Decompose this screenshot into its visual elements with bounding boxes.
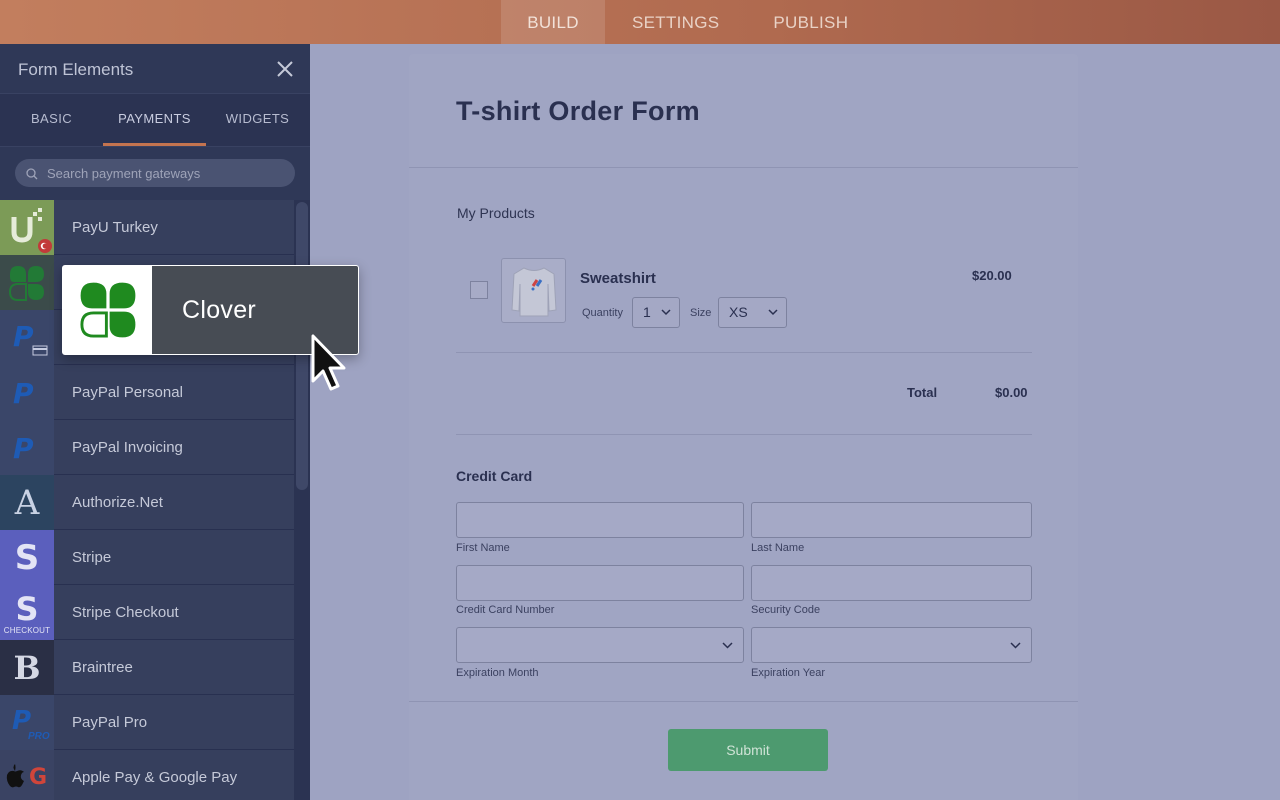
stripe-glyph: S [14,537,40,578]
gateway-label: Stripe [72,549,112,566]
panel-tabs: BASIC PAYMENTS WIDGETS [0,94,310,147]
gateway-item-payu-turkey[interactable]: PayU Turkey [0,200,294,255]
top-bar: BUILD SETTINGS PUBLISH [0,0,1280,44]
product-checkbox[interactable] [470,281,488,299]
gateway-item-paypal-invoicing[interactable]: P PayPal Invoicing [0,420,294,475]
chevron-down-icon [1010,642,1021,649]
paypal-icon: P [0,365,54,420]
gateway-label: Stripe Checkout [72,604,179,621]
stripe-glyph: S [15,590,39,628]
tab-settings[interactable]: SETTINGS [605,0,746,44]
card-number-field[interactable] [456,565,744,601]
authorize-net-glyph: A [14,482,40,523]
gateway-label: Apple Pay & Google Pay [72,769,238,786]
product-price: $20.00 [972,268,1012,283]
panel-title: Form Elements [18,60,134,79]
gateway-label: Braintree [72,659,133,676]
chevron-down-icon [768,309,778,316]
gateway-label: PayPal Pro [72,714,148,731]
svg-text:P: P [13,377,34,410]
expiration-year-select[interactable] [751,627,1032,663]
quantity-select[interactable]: 1 [632,297,680,328]
gateway-label: PayPal Personal [72,384,183,401]
gateway-label: Authorize.Net [72,494,163,511]
divider [456,434,1032,435]
gateway-item-stripe-checkout[interactable]: S CHECKOUT Stripe Checkout [0,585,294,640]
quantity-value: 1 [643,304,651,320]
gateway-item-paypal-pro[interactable]: P PRO PayPal Pro [0,695,294,750]
divider [409,701,1078,702]
submit-button[interactable]: Submit [668,729,828,771]
expiration-month-select[interactable] [456,627,744,663]
pro-caption: PRO [28,731,50,742]
form-title[interactable]: T-shirt Order Form [456,96,700,127]
authorize-net-icon: A [0,475,54,530]
size-select[interactable]: XS [718,297,787,328]
card-number-label: Credit Card Number [456,604,555,616]
tab-publish[interactable]: PUBLISH [746,0,875,44]
google-glyph: G [29,765,48,790]
security-code-field[interactable] [751,565,1032,601]
gateway-item-stripe[interactable]: S Stripe [0,530,294,585]
tab-payments[interactable]: PAYMENTS [103,94,206,146]
last-name-field[interactable] [751,502,1032,538]
gateway-item-apple-google-pay[interactable]: G Apple Pay & Google Pay [0,750,294,800]
panel-header: Form Elements [0,44,310,94]
tab-widgets[interactable]: WIDGETS [206,94,309,146]
payu-turkey-icon [0,200,54,255]
svg-text:P: P [13,432,34,465]
credit-card-title: Credit Card [456,468,533,484]
stripe-checkout-icon: S CHECKOUT [0,585,54,640]
products-label: My Products [457,205,535,221]
form-elements-panel: Form Elements BASIC PAYMENTS WIDGETS Sea… [0,44,310,800]
expiration-year-label: Expiration Year [751,667,825,679]
size-label: Size [690,307,712,319]
search-icon [26,168,38,180]
apple-google-pay-icon: G [0,750,54,800]
first-name-field[interactable] [456,502,744,538]
quantity-label: Quantity [582,307,623,319]
tab-basic[interactable]: BASIC [0,94,103,146]
mouse-pointer-icon [311,334,346,391]
search-wrapper [0,147,310,201]
paypal-icon: P [0,420,54,475]
product-image [501,258,566,323]
divider [456,352,1032,353]
tab-build[interactable]: BUILD [501,0,605,44]
product-name: Sweatshirt [580,270,656,287]
clover-icon [63,266,152,354]
divider [409,167,1078,168]
security-code-label: Security Code [751,604,821,616]
dragged-card-label: Clover [182,296,257,324]
gateway-item-paypal-personal[interactable]: P PayPal Personal [0,365,294,420]
paypal-card-icon: P [0,310,54,365]
checkout-caption: CHECKOUT [3,626,51,635]
braintree-icon: B [0,640,54,695]
size-value: XS [729,304,748,320]
gateway-label: PayU Turkey [72,219,158,236]
first-name-label: First Name [456,542,510,554]
total-label: Total [907,385,938,400]
stripe-icon: S [0,530,54,585]
search-input[interactable] [15,159,295,187]
chevron-down-icon [661,309,671,316]
last-name-label: Last Name [751,542,805,554]
form-canvas: T-shirt Order Form My Products Sweatshir… [409,54,1078,800]
gateway-item-braintree[interactable]: B Braintree [0,640,294,695]
top-nav: BUILD SETTINGS PUBLISH [501,0,875,44]
braintree-glyph: B [13,648,41,687]
gateway-label: PayPal Invoicing [72,439,183,456]
chevron-down-icon [722,642,733,649]
close-icon[interactable] [274,58,296,80]
expiration-month-label: Expiration Month [456,667,539,679]
paypal-pro-icon: P PRO [0,695,54,750]
clover-icon [0,255,54,310]
total-value: $0.00 [995,385,1028,400]
svg-text:P: P [13,320,34,353]
gateway-item-authorize-net[interactable]: A Authorize.Net [0,475,294,530]
